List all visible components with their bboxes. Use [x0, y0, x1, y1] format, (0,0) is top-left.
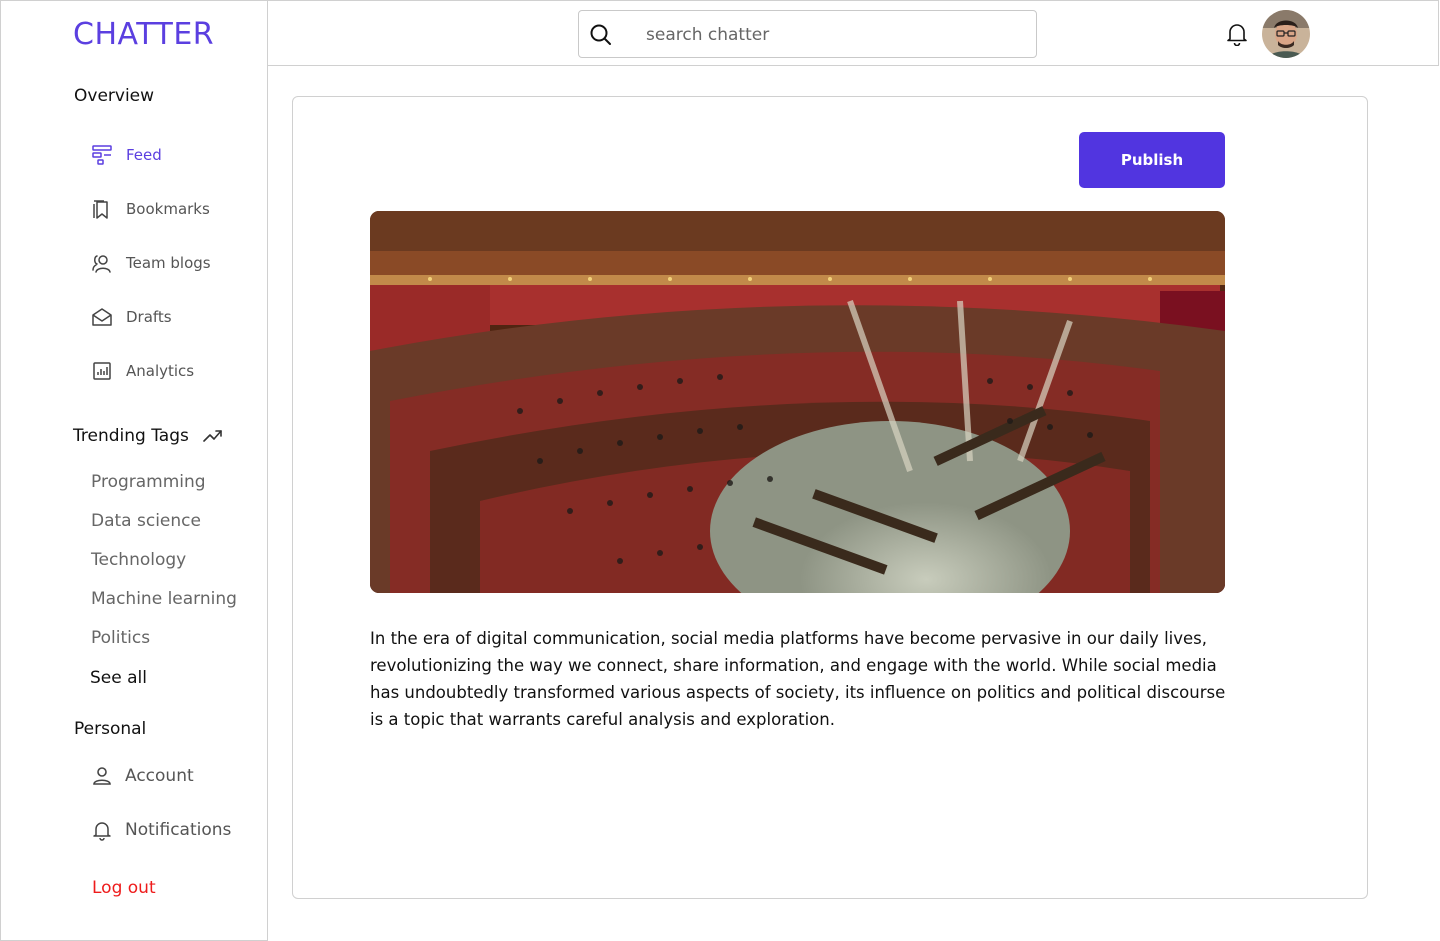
sidebar-item-label: Analytics [126, 362, 195, 380]
sidebar-item-bookmarks[interactable]: Bookmarks [91, 194, 210, 224]
app-root: CHATTER Overview Feed Bookmarks Team blo… [0, 0, 1440, 941]
search-input[interactable] [646, 23, 1016, 47]
logout-button[interactable]: Log out [92, 878, 156, 898]
search-box[interactable] [578, 10, 1037, 58]
see-all-tags-link[interactable]: See all [90, 668, 147, 688]
tag-machine-learning[interactable]: Machine learning [91, 589, 237, 609]
post-editor-card: Publish In the era of digital communicat… [292, 96, 1368, 899]
bell-icon[interactable] [1226, 22, 1248, 47]
tag-programming[interactable]: Programming [91, 472, 206, 492]
trending-title-label: Trending Tags [73, 426, 189, 446]
sidebar-item-feed[interactable]: Feed [91, 140, 162, 170]
section-title-personal: Personal [74, 719, 147, 739]
sidebar-item-label: Bookmarks [126, 200, 210, 218]
user-avatar[interactable] [1262, 10, 1310, 58]
analytics-icon [91, 360, 113, 382]
sidebar: CHATTER Overview Feed Bookmarks Team blo… [0, 0, 268, 941]
user-icon [91, 765, 113, 787]
sidebar-item-analytics[interactable]: Analytics [91, 356, 194, 386]
sidebar-item-label: Team blogs [126, 254, 211, 272]
sidebar-item-label: Account [125, 766, 194, 786]
tag-technology[interactable]: Technology [91, 550, 186, 570]
sidebar-item-label: Feed [126, 146, 162, 164]
feed-icon [91, 144, 113, 166]
brand-logo[interactable]: CHATTER [73, 17, 214, 52]
tag-data-science[interactable]: Data science [91, 511, 201, 531]
drafts-icon [91, 306, 113, 328]
sidebar-item-team-blogs[interactable]: Team blogs [91, 248, 211, 278]
team-icon [91, 252, 113, 274]
bookmark-icon [91, 198, 113, 220]
sidebar-item-account[interactable]: Account [91, 761, 194, 791]
section-title-overview: Overview [74, 86, 155, 106]
parliament-chamber-image [370, 211, 1225, 593]
topbar [268, 0, 1439, 66]
section-title-trending: Trending Tags [73, 426, 223, 446]
sidebar-item-drafts[interactable]: Drafts [91, 302, 172, 332]
sidebar-item-label: Drafts [126, 308, 172, 326]
publish-button[interactable]: Publish [1079, 132, 1225, 188]
trending-up-icon [203, 429, 223, 443]
search-icon[interactable] [589, 23, 613, 47]
sidebar-item-label: Notifications [125, 820, 232, 840]
post-body-text[interactable]: In the era of digital communication, soc… [370, 625, 1230, 733]
bell-icon [91, 819, 113, 841]
tag-politics[interactable]: Politics [91, 628, 150, 648]
sidebar-item-notifications[interactable]: Notifications [91, 815, 231, 845]
